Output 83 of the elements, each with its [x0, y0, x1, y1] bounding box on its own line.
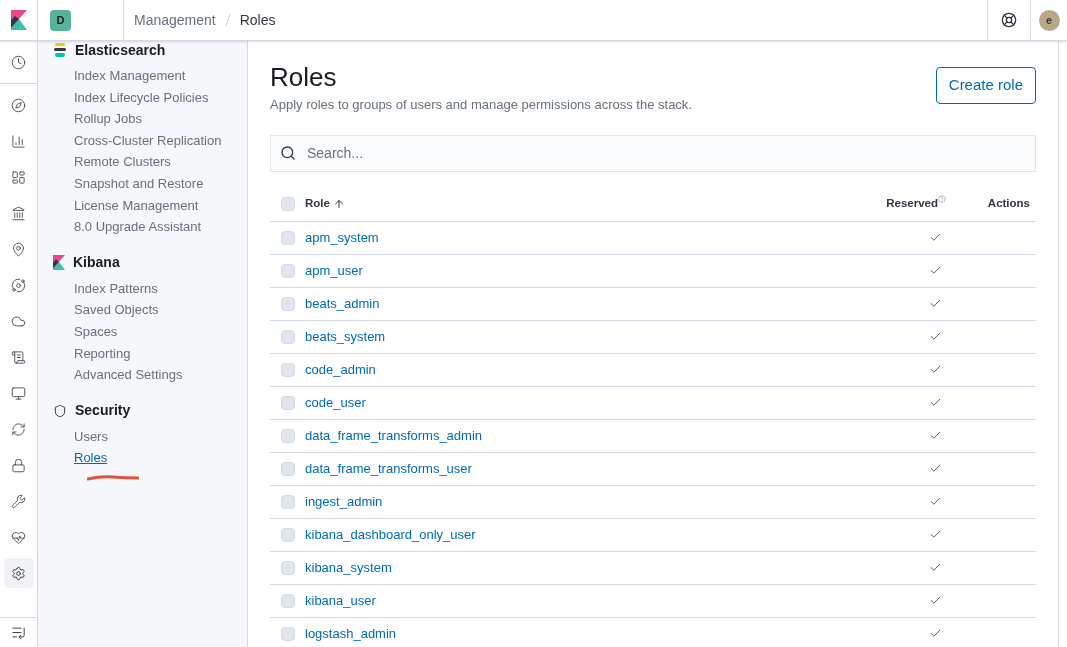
- role-link[interactable]: apm_user: [305, 260, 886, 281]
- scroll-icon: [11, 349, 26, 365]
- settings-icon: [11, 565, 26, 581]
- row-checkbox[interactable]: [280, 593, 295, 608]
- section-title: Elasticsearch: [75, 40, 166, 60]
- row-checkbox[interactable]: [280, 230, 295, 245]
- row-checkbox[interactable]: [280, 395, 295, 410]
- role-link[interactable]: logstash_admin: [305, 623, 886, 644]
- role-link[interactable]: beats_system: [305, 326, 886, 347]
- sidebar-link[interactable]: Remote Clusters: [74, 152, 171, 172]
- row-checkbox[interactable]: [280, 560, 295, 575]
- breadcrumb-separator-icon: [224, 13, 231, 27]
- role-link[interactable]: beats_admin: [305, 293, 886, 314]
- row-checkbox[interactable]: [280, 296, 295, 311]
- column-header: Reserved: [886, 194, 946, 213]
- sidebar-link[interactable]: 8.0 Upgrade Assistant: [74, 217, 202, 237]
- heart-pulse-icon: [11, 529, 26, 545]
- cloud-icon: [11, 313, 26, 329]
- row-checkbox[interactable]: [280, 329, 295, 344]
- row-checkbox[interactable]: [280, 263, 295, 278]
- row-checkbox[interactable]: [280, 527, 295, 542]
- section-title: Security: [75, 401, 131, 421]
- refresh-icon: [11, 421, 26, 437]
- row-checkbox[interactable]: [280, 362, 295, 377]
- column-header: Actions: [986, 195, 1031, 211]
- role-link[interactable]: kibana_system: [305, 557, 886, 578]
- role-link[interactable]: ingest_admin: [305, 491, 886, 512]
- page-title: Roles: [270, 63, 338, 91]
- sidebar-link[interactable]: Cross-Cluster Replication: [74, 130, 222, 151]
- clock-icon: [11, 54, 26, 70]
- create-role-button[interactable]: Create role: [935, 67, 1036, 104]
- page-description: Apply roles to groups of users and manage permissions across the stack.: [270, 96, 692, 114]
- space-avatar[interactable]: D: [50, 9, 71, 31]
- row-checkbox[interactable]: [280, 461, 295, 476]
- sidebar-link[interactable]: Index Patterns: [74, 278, 158, 299]
- collapse-menu-icon[interactable]: [11, 625, 26, 640]
- role-link[interactable]: code_user: [305, 392, 886, 413]
- column-header[interactable]: Role: [305, 194, 886, 213]
- role-link[interactable]: data_frame_transforms_admin: [305, 425, 886, 446]
- help-icon[interactable]: [1001, 12, 1017, 28]
- breadcrumb[interactable]: Roles: [239, 9, 276, 31]
- bar-chart-icon: [11, 133, 26, 149]
- wrench-icon: [11, 493, 26, 509]
- kibana-logo-icon: [10, 10, 27, 30]
- user-avatar[interactable]: e: [1038, 9, 1060, 31]
- sidebar-link[interactable]: Roles: [74, 448, 108, 468]
- sort-arrow-icon: [332, 197, 345, 210]
- sidebar-link[interactable]: Index Lifecycle Policies: [74, 87, 209, 108]
- shield-icon: [53, 403, 67, 418]
- search-icon: [280, 144, 296, 161]
- role-link[interactable]: kibana_user: [305, 590, 886, 611]
- orbit-icon: [11, 277, 26, 293]
- role-link[interactable]: data_frame_transforms_user: [305, 458, 886, 479]
- row-checkbox[interactable]: [280, 494, 295, 509]
- select-all-checkbox[interactable]: [280, 196, 295, 211]
- sidebar-link[interactable]: Index Management: [74, 66, 186, 86]
- help-icon: [938, 194, 946, 203]
- sidebar-link[interactable]: Saved Objects: [74, 300, 159, 320]
- elasticsearch-logo-icon: [53, 43, 67, 57]
- sidebar-link[interactable]: Reporting: [74, 343, 131, 364]
- dashboard-icon: [11, 169, 26, 185]
- role-link[interactable]: code_admin: [305, 359, 886, 380]
- map-pin-icon: [11, 241, 26, 257]
- building-icon: [11, 205, 26, 221]
- compass-icon: [11, 97, 26, 113]
- row-checkbox[interactable]: [280, 626, 295, 641]
- search-field[interactable]: Search...: [270, 134, 1036, 172]
- monitor-icon: [11, 385, 26, 401]
- nav-rail-item[interactable]: [3, 558, 34, 588]
- sidebar-link[interactable]: Advanced Settings: [74, 365, 183, 385]
- lock-icon: [11, 457, 26, 473]
- row-checkbox[interactable]: [280, 428, 295, 443]
- role-link[interactable]: apm_system: [305, 227, 886, 248]
- annotation-stroke: [87, 474, 139, 481]
- breadcrumb[interactable]: Management: [134, 9, 216, 31]
- section-title: Kibana: [73, 253, 120, 273]
- sidebar-link[interactable]: Snapshot and Restore: [74, 174, 204, 194]
- sidebar-link[interactable]: License Management: [74, 195, 199, 216]
- sidebar-link[interactable]: Spaces: [74, 322, 118, 342]
- sidebar-link[interactable]: Users: [74, 426, 108, 447]
- role-link[interactable]: kibana_dashboard_only_user: [305, 524, 886, 545]
- sidebar-link[interactable]: Rollup Jobs: [74, 109, 142, 129]
- kibana-logo-icon: [53, 255, 65, 271]
